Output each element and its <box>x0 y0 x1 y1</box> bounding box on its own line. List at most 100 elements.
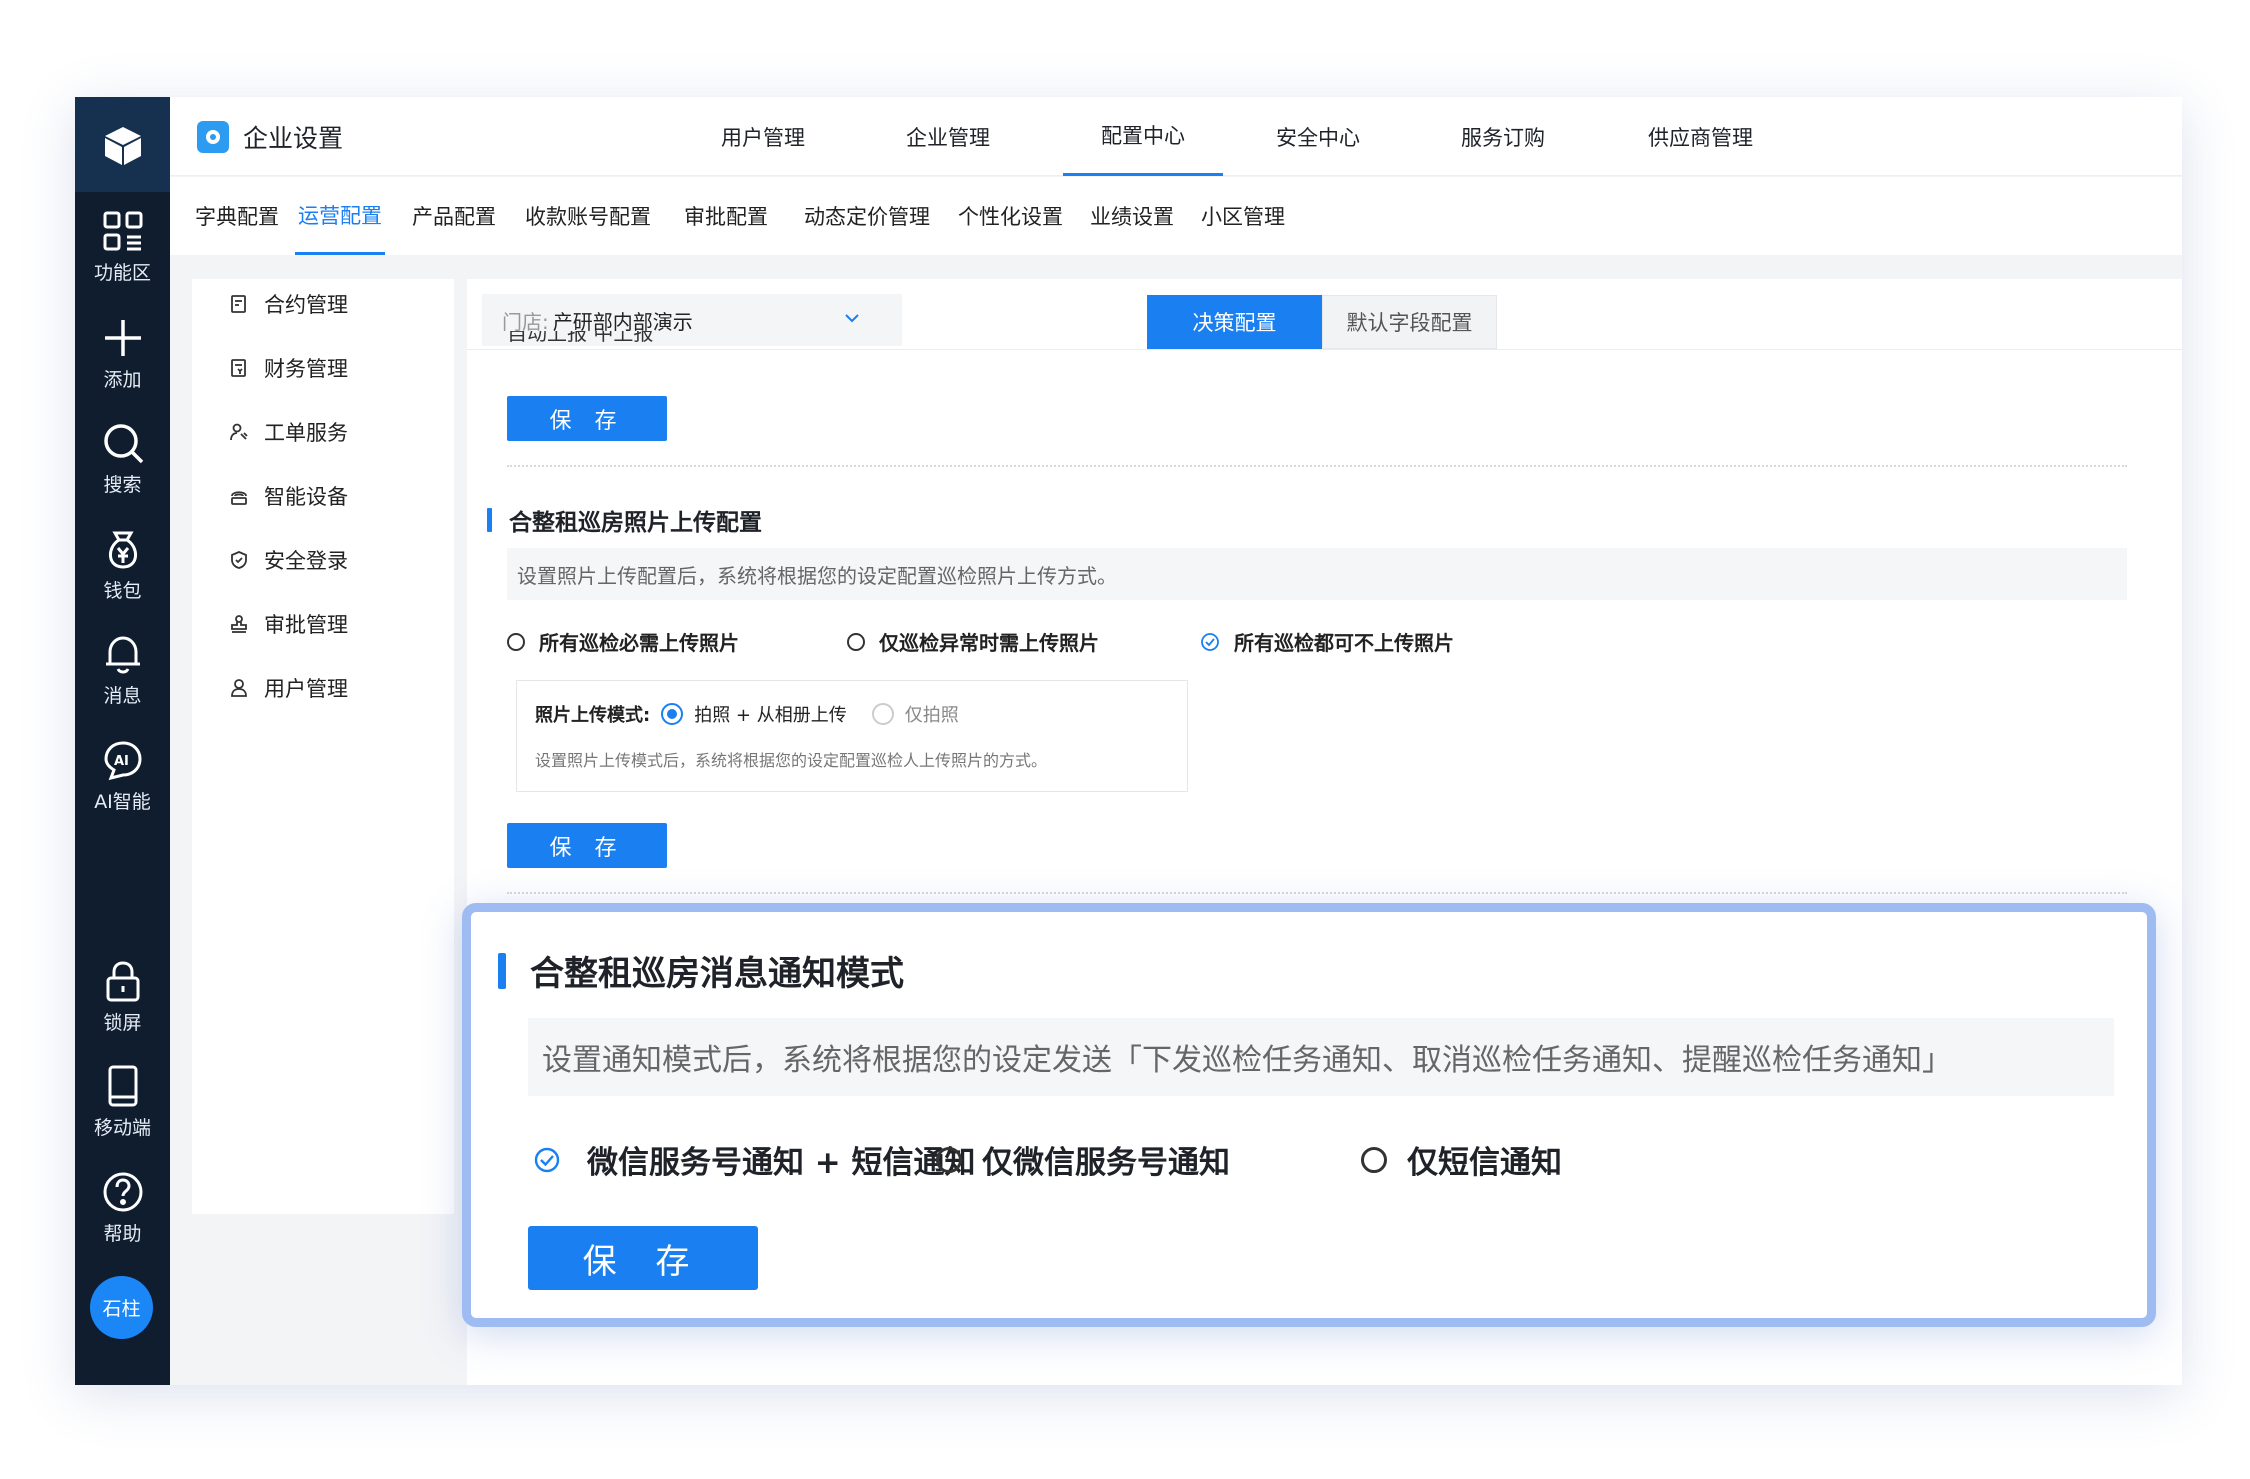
cube-logo-icon <box>104 126 141 165</box>
sub-nav: 字典配置 运营配置 产品配置 收款账号配置 审批配置 动态定价管理 个性化设置 … <box>170 177 2182 255</box>
notify-option-wechat-only[interactable]: 仅微信服务号通知 <box>936 1137 1230 1182</box>
stamp-icon <box>228 613 250 635</box>
menu-item-smart-devices[interactable]: 智能设备 <box>228 481 348 511</box>
option-label: 仅拍照 <box>904 705 959 726</box>
menu-item-finance[interactable]: 财务管理 <box>228 353 348 383</box>
finance-doc-icon <box>228 357 250 379</box>
option-label: 仅微信服务号通知 <box>982 1145 1230 1181</box>
photo-option-abnormal-only[interactable]: 仅巡检异常时需上传照片 <box>847 627 1099 656</box>
menu-item-work-orders[interactable]: 工单服务 <box>228 417 348 447</box>
rail-item-help[interactable]: 帮助 <box>75 1170 170 1246</box>
upload-mode-option-camera[interactable]: 仅拍照 <box>871 701 959 727</box>
rail-label: 钱包 <box>103 580 142 602</box>
phone-icon <box>108 1065 137 1107</box>
rail-item-search[interactable]: 搜索 <box>75 421 170 497</box>
rail-label: 帮助 <box>103 1223 142 1245</box>
notify-option-wechat-sms[interactable]: 微信服务号通知 + 短信通知 <box>533 1137 976 1182</box>
subtab-operations[interactable]: 运营配置 <box>295 177 385 255</box>
menu-item-contracts[interactable]: 合约管理 <box>228 289 348 319</box>
radio-unchecked <box>847 632 865 651</box>
menu-label: 智能设备 <box>264 485 348 509</box>
chevron-down-icon <box>845 314 859 323</box>
topnav-suppliers[interactable]: 供应商管理 <box>1633 97 1768 176</box>
upload-mode-box: 照片上传模式: 拍照 + 从相册上传 仅拍照 设置照片上传模式后，系统将根据您的… <box>516 680 1188 792</box>
rail-item-lock[interactable]: 锁屏 <box>75 959 170 1035</box>
rail-item-ai[interactable]: AI AI智能 <box>75 738 170 814</box>
shield-icon <box>228 549 250 571</box>
save-button-notification[interactable]: 保 存 <box>528 1226 758 1290</box>
user-avatar[interactable]: 石柱 <box>90 1276 153 1339</box>
photo-section-title: 合整租巡房照片上传配置 <box>487 503 762 537</box>
subtab-products[interactable]: 产品配置 <box>409 177 499 255</box>
rail-item-wallet[interactable]: 钱包 <box>75 527 170 603</box>
brand: 企业设置 <box>197 119 343 155</box>
topnav-users[interactable]: 用户管理 <box>708 97 818 176</box>
option-label: 拍照 + 从相册上传 <box>694 705 847 726</box>
ai-icon: AI <box>103 741 142 781</box>
topnav-enterprise[interactable]: 企业管理 <box>893 97 1003 176</box>
subtab-community[interactable]: 小区管理 <box>1197 177 1289 255</box>
rail-label: 移动端 <box>93 1117 151 1139</box>
save-button-2[interactable]: 保 存 <box>507 823 667 868</box>
radio-unchecked <box>1361 1146 1387 1173</box>
section-divider <box>507 465 2127 467</box>
topnav-subscription[interactable]: 服务订购 <box>1448 97 1558 176</box>
rail-label: AI智能 <box>94 791 151 813</box>
upload-mode-row: 照片上传模式: 拍照 + 从相册上传 仅拍照 <box>535 701 959 727</box>
option-label: 微信服务号通知 + 短信通知 <box>587 1145 976 1181</box>
photo-section-desc: 设置照片上传配置后，系统将根据您的设定配置巡检照片上传方式。 <box>507 548 2127 600</box>
notify-option-sms-only[interactable]: 仅短信通知 <box>1361 1137 1562 1182</box>
radio-checked-icon <box>661 703 684 725</box>
menu-item-users[interactable]: 用户管理 <box>228 673 348 703</box>
section-divider <box>507 892 2127 894</box>
upload-mode-option-album[interactable]: 拍照 + 从相册上传 <box>660 701 847 727</box>
device-icon <box>228 485 250 507</box>
rail-item-add[interactable]: 添加 <box>75 316 170 392</box>
subtab-dynamic-pricing[interactable]: 动态定价管理 <box>798 177 936 255</box>
check-circle-icon <box>534 1147 560 1172</box>
user-icon <box>228 677 250 699</box>
topnav-security[interactable]: 安全中心 <box>1263 97 1373 176</box>
wallet-icon <box>108 531 137 569</box>
topnav-config-center[interactable]: 配置中心 <box>1063 97 1223 176</box>
rail-item-functions[interactable]: 功能区 <box>75 209 170 285</box>
subtab-payment-accounts[interactable]: 收款账号配置 <box>520 177 656 255</box>
lock-icon <box>106 961 139 1002</box>
option-label: 仅巡检异常时需上传照片 <box>879 631 1099 655</box>
rail-item-messages[interactable]: 消息 <box>75 632 170 708</box>
rail-label: 搜索 <box>103 474 142 496</box>
settings-gear-icon <box>197 121 229 153</box>
photo-option-optional[interactable]: 所有巡检都可不上传照片 <box>1200 627 1454 656</box>
menu-item-secure-login[interactable]: 安全登录 <box>228 545 348 575</box>
photo-option-all-required[interactable]: 所有巡检必需上传照片 <box>507 627 739 656</box>
svg-text:AI: AI <box>114 754 129 769</box>
bell-icon <box>105 636 140 674</box>
subtab-performance[interactable]: 业绩设置 <box>1086 177 1178 255</box>
title-accent-bar <box>487 508 492 532</box>
rail-label: 功能区 <box>93 262 151 284</box>
save-button-1[interactable]: 保 存 <box>507 396 667 441</box>
brand-title: 企业设置 <box>243 124 344 153</box>
menu-label: 用户管理 <box>264 677 348 701</box>
option-label: 仅短信通知 <box>1407 1145 1562 1181</box>
left-rail: 功能区 添加 搜索 钱包 消息 AI AI智能 锁屏 移动端 帮助 石柱 <box>75 97 170 1385</box>
photo-section-title-text: 合整租巡房照片上传配置 <box>509 510 762 536</box>
rail-item-mobile[interactable]: 移动端 <box>75 1064 170 1140</box>
subtab-dictionary[interactable]: 字典配置 <box>192 177 282 255</box>
menu-label: 合约管理 <box>264 293 348 317</box>
upload-mode-label: 照片上传模式: <box>535 705 651 726</box>
tab-default-fields[interactable]: 默认字段配置 <box>1322 295 1497 349</box>
contract-icon <box>228 293 250 315</box>
side-menu: 合约管理 财务管理 工单服务 智能设备 安全登录 审批管理 用户管理 <box>192 279 454 1214</box>
subtab-approval[interactable]: 审批配置 <box>680 177 772 255</box>
radio-unchecked <box>936 1146 962 1173</box>
tab-decision-config[interactable]: 决策配置 <box>1147 295 1322 349</box>
menu-label: 工单服务 <box>264 421 348 445</box>
menu-item-approval[interactable]: 审批管理 <box>228 609 348 639</box>
notification-mode-panel: 合整租巡房消息通知模式 设置通知模式后，系统将根据您的设定发送「下发巡检任务通知… <box>462 903 2156 1327</box>
app-logo[interactable] <box>75 97 170 192</box>
check-circle-icon <box>1201 632 1219 651</box>
rail-label: 添加 <box>103 369 142 391</box>
rail-label: 消息 <box>103 685 142 707</box>
subtab-personalization[interactable]: 个性化设置 <box>953 177 1068 255</box>
